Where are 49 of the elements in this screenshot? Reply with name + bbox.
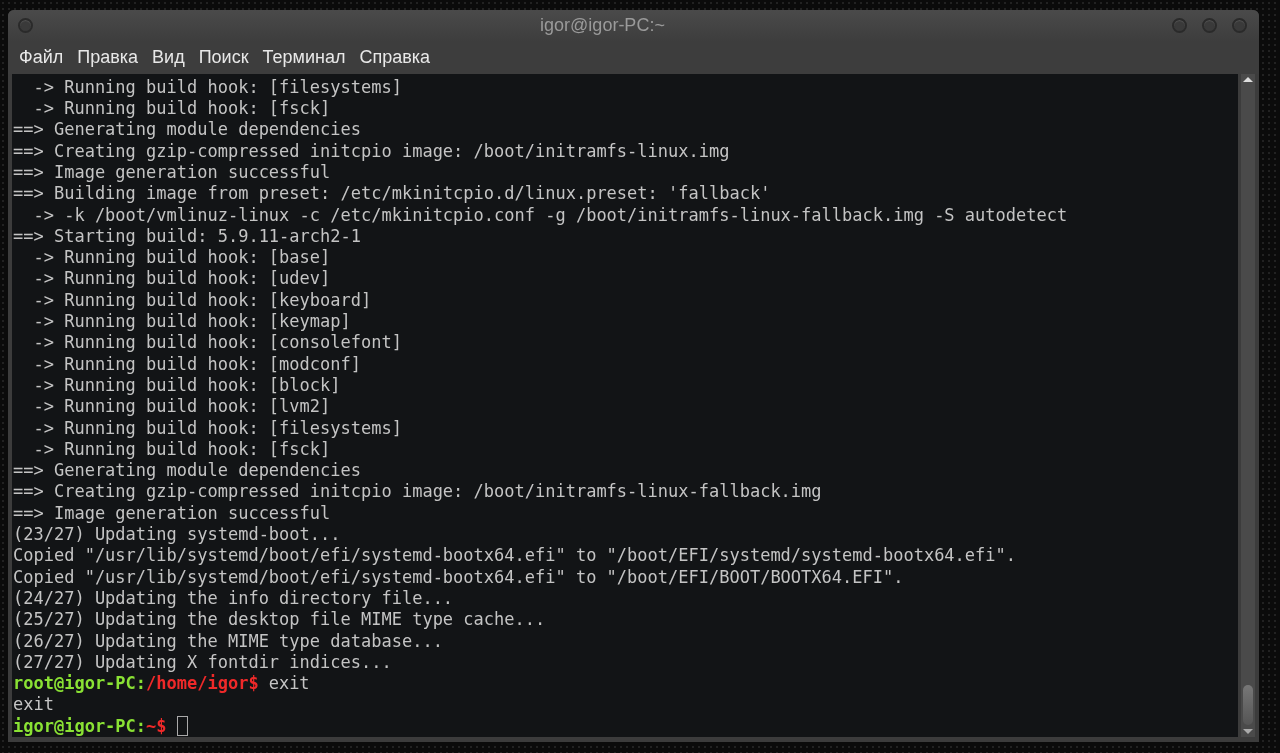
menu-item[interactable]: Поиск (198, 44, 249, 72)
prompt-host: igor@igor-PC: (13, 715, 147, 737)
output-line: ==> Generating module dependencies (13, 460, 361, 481)
menu-item[interactable]: Файл (19, 44, 64, 72)
command-text: exit (268, 673, 310, 695)
output-line: ==> Building image from preset: /etc/mkinitcpio.d/linux.preset: 'fallback' (13, 183, 771, 204)
output-line: ==> Image generation successful (13, 502, 331, 523)
output-line: ==> Generating module dependencies (13, 119, 361, 140)
output-line: Copied "/usr/lib/systemd/boot/efi/systemd-bootx64.efi" to "/boot/EFI/systemd/systemd-bootx64.efi". (13, 545, 1017, 566)
output-line: -> Running build hook: [base] (32, 247, 331, 268)
scroll-down-icon[interactable] (1243, 729, 1253, 734)
output-line: Copied "/usr/lib/systemd/boot/efi/systemd-bootx64.efi" to "/boot/EFI/BOOT/BOOTX64.EFI". (13, 566, 904, 587)
output-line: -> Running build hook: [consolefont] (32, 332, 402, 353)
output-line: ==> Starting build: 5.9.11-arch2-1 (13, 225, 361, 246)
scrollbar-thumb[interactable] (1243, 685, 1253, 725)
output-line: (27/27) Updating X fontdir indices... (13, 651, 392, 672)
prompt-path: /home/igor$ (146, 673, 259, 695)
output-line: -> Running build hook: [keyboard] (32, 289, 372, 310)
output-line: exit (13, 694, 54, 715)
output-line: (26/27) Updating the MIME type database... (13, 630, 443, 651)
prompt-host: root@igor-PC: (13, 673, 147, 695)
minimize-icon[interactable] (1172, 18, 1187, 34)
menu-item[interactable]: Справка (359, 44, 431, 72)
menu-item[interactable]: Правка (77, 44, 139, 72)
output-line: (23/27) Updating systemd-boot... (13, 524, 341, 544)
output-line: ==> Image generation successful (13, 161, 331, 182)
output-line: -> Running build hook: [fsck] (32, 438, 331, 459)
menu-item[interactable]: Терминал (262, 44, 346, 72)
output-line: -> Running build hook: [keymap] (32, 311, 351, 332)
output-line: ==> Creating gzip-compressed initcpio image: /boot/initramfs-linux-fallback.img (13, 481, 822, 502)
output-line: -> Running build hook: [block] (32, 374, 341, 395)
output-line: -> Running build hook: [filesystems] (32, 417, 402, 438)
output-line: (24/27) Updating the info directory file... (13, 587, 454, 608)
scrollbar[interactable] (1241, 73, 1255, 737)
output-line: -> Running build hook: [fsck] (32, 98, 331, 119)
output-line: -> Running build hook: [modconf] (32, 353, 361, 374)
prompt-path: ~$ (146, 715, 167, 737)
output-line: -> Running build hook: [lvm2] (32, 396, 331, 417)
output-line: ==> Creating gzip-compressed initcpio image: /boot/initramfs-linux.img (13, 140, 730, 161)
window-title: igor@igor-PC:~ (539, 14, 666, 38)
scroll-up-icon[interactable] (1243, 76, 1253, 82)
output-line: (25/27) Updating the desktop file MIME type cache... (13, 609, 546, 630)
maximize-icon[interactable] (1202, 18, 1217, 34)
output-line: -> Running build hook: [filesystems] (32, 76, 402, 97)
menu-item[interactable]: Вид (152, 44, 185, 72)
output-line: -> -k /boot/vmlinuz-linux -c /etc/mkinitcpio.conf -g /boot/initramfs-linux-fallback.img -S autodetect (32, 204, 1068, 225)
close-icon[interactable] (1232, 18, 1247, 34)
window-menu-icon[interactable] (18, 18, 33, 34)
output-line: -> Running build hook: [udev] (32, 268, 331, 289)
